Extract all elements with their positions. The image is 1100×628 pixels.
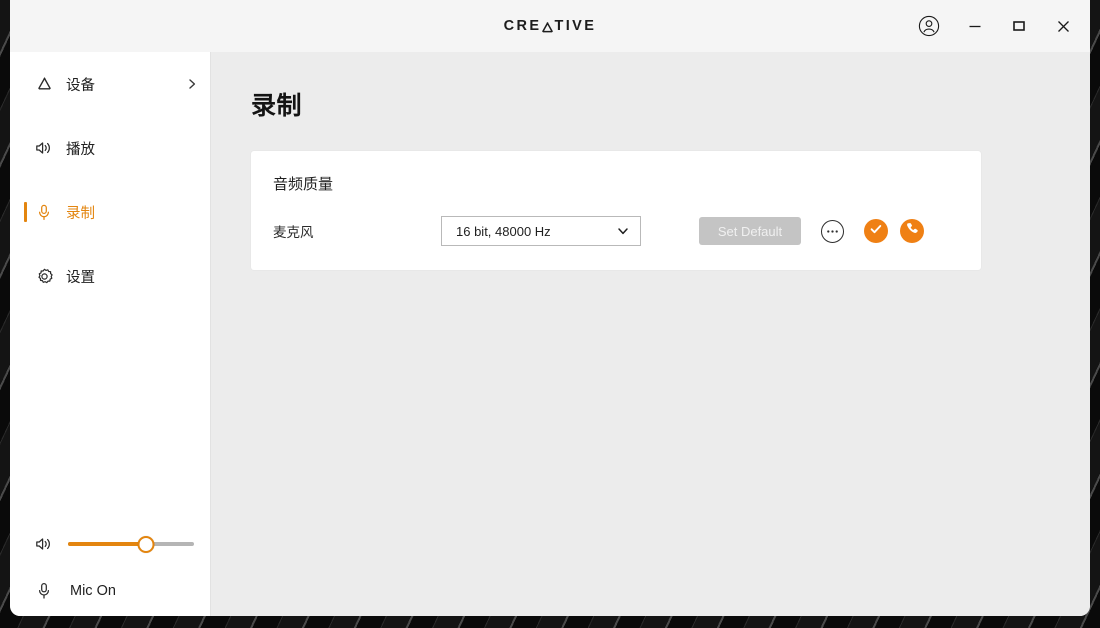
chevron-right-icon[interactable]	[186, 78, 198, 90]
sidebar-item-settings[interactable]: 设置	[10, 260, 210, 292]
slider-fill	[68, 542, 147, 546]
active-indicator-bar	[24, 202, 27, 222]
nav-spacer-3	[10, 228, 210, 260]
microphone-icon	[34, 582, 54, 600]
sidebar-item-device[interactable]: 设备	[10, 68, 210, 100]
logo-text-prefix: CRE	[503, 18, 542, 34]
audio-format-value: 16 bit, 48000 Hz	[456, 223, 551, 239]
mic-status-row[interactable]: Mic On	[10, 566, 210, 616]
sidebar-nav: 设备 播放 录制 设置	[10, 52, 210, 292]
nav-spacer-1	[10, 100, 210, 132]
chevron-down-icon[interactable]	[616, 224, 630, 238]
volume-control	[10, 522, 210, 566]
default-device-badge[interactable]	[864, 219, 888, 243]
ellipsis-icon[interactable]	[821, 219, 844, 243]
close-icon[interactable]	[1042, 6, 1084, 46]
logo-a-glyph	[542, 21, 554, 33]
set-default-button[interactable]: Set Default	[699, 217, 801, 245]
window-controls	[906, 0, 1084, 52]
logo-text-suffix: TIVE	[554, 18, 597, 34]
sidebar-item-label: 设备	[66, 77, 95, 94]
slider-knob[interactable]	[137, 535, 155, 553]
mic-status-label: Mic On	[70, 583, 116, 599]
sidebar-item-playback[interactable]: 播放	[10, 132, 210, 164]
default-communications-badge[interactable]	[900, 219, 924, 243]
nav-spacer-2	[10, 164, 210, 196]
audio-quality-card: 音频质量 麦克风 16 bit, 48000 Hz Set Default	[251, 151, 981, 270]
sidebar-item-label: 播放	[66, 141, 95, 158]
volume-slider[interactable]	[68, 535, 194, 553]
minimize-icon[interactable]	[954, 6, 996, 46]
account-icon[interactable]	[906, 6, 952, 46]
check-icon	[868, 221, 884, 242]
sidebar-item-label: 设置	[66, 269, 95, 286]
speaker-icon	[34, 140, 54, 156]
sidebar: 设备 播放 录制 设置 Mic On	[10, 52, 211, 616]
window-body: 设备 播放 录制 设置 Mic On 录制 音频质量 麦克风 16 bit, 4…	[10, 52, 1090, 616]
card-heading: 音频质量	[273, 176, 334, 193]
page-title: 录制	[251, 92, 303, 120]
window-titlebar: CRE TIVE	[10, 0, 1090, 52]
main-content: 录制 音频质量 麦克风 16 bit, 48000 Hz Set Default	[211, 52, 1090, 616]
sidebar-item-recording[interactable]: 录制	[10, 196, 210, 228]
audio-format-select[interactable]: 16 bit, 48000 Hz	[441, 216, 641, 246]
sidebar-item-label: 录制	[66, 205, 95, 222]
microphone-setting-row: 麦克风 16 bit, 48000 Hz Set Default	[273, 216, 955, 246]
microphone-label: 麦克风	[273, 225, 314, 240]
maximize-icon[interactable]	[998, 6, 1040, 46]
speaker-icon	[34, 536, 54, 552]
gear-icon	[34, 268, 54, 285]
desktop-background: CRE TIVE 设备 播放 录制 设置 Mic On 录制 音频质量 麦克风 …	[0, 0, 1100, 628]
microphone-icon	[34, 204, 54, 221]
device-icon	[34, 76, 54, 92]
phone-icon	[905, 221, 920, 241]
creative-app-window: CRE TIVE 设备 播放 录制 设置 Mic On 录制 音频质量 麦克风 …	[10, 0, 1090, 616]
